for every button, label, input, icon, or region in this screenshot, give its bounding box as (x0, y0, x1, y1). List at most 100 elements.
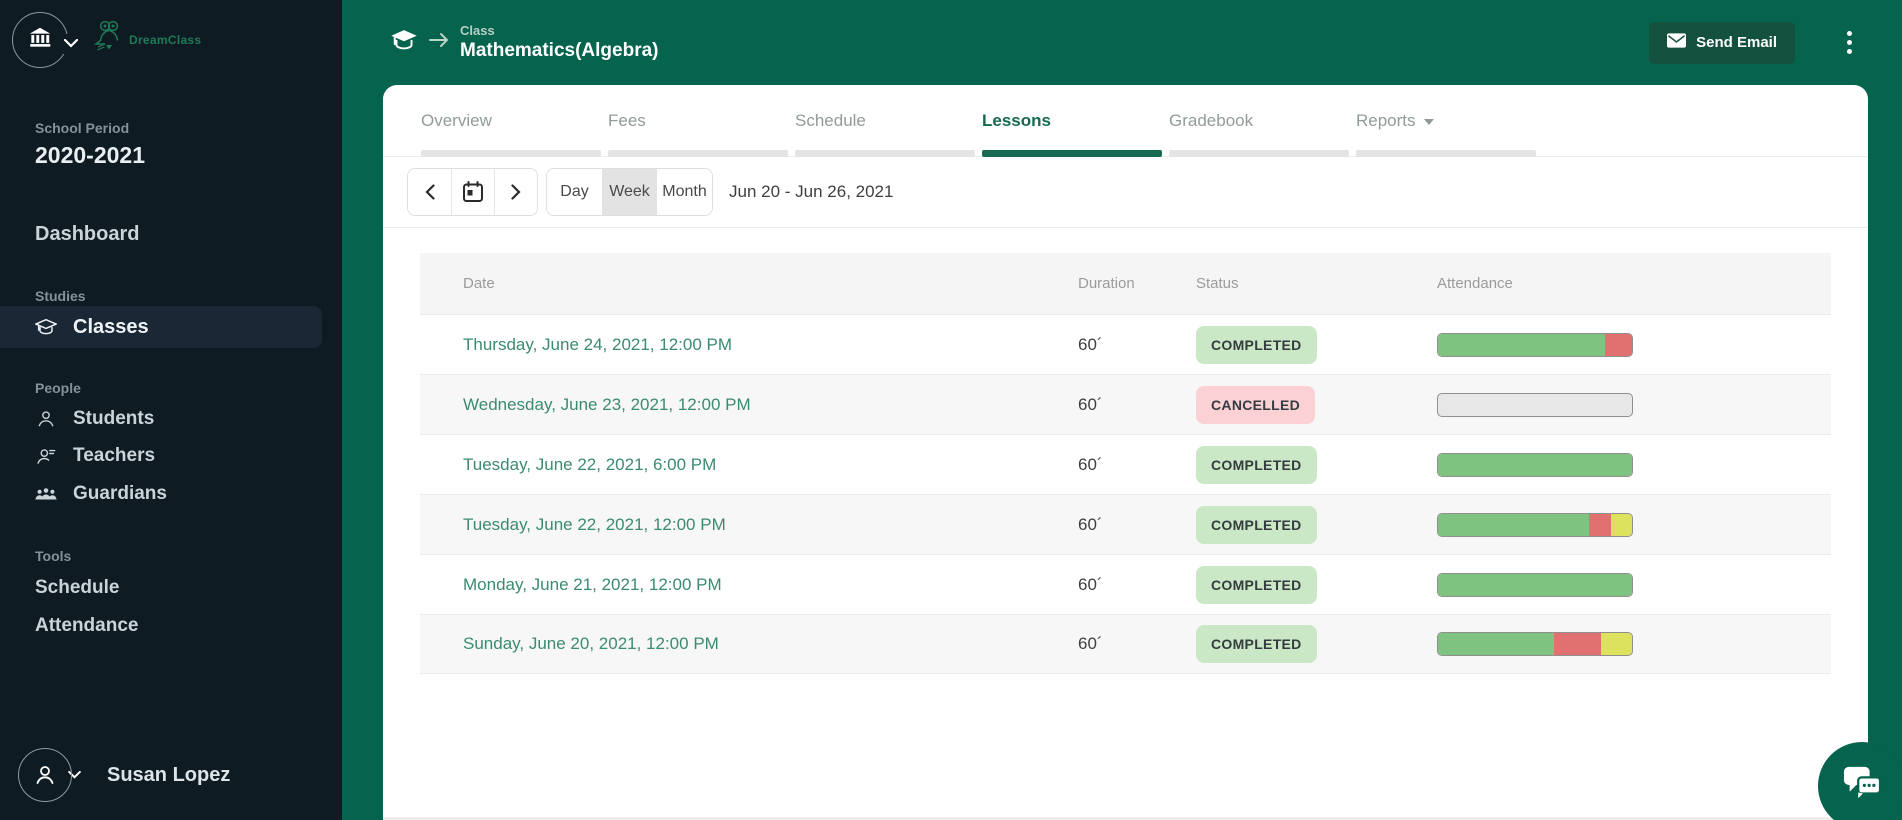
tab-lessons[interactable]: Lessons (982, 85, 1162, 157)
graduation-cap-icon (35, 318, 57, 336)
table-row[interactable]: Tuesday, June 22, 2021, 12:00 PM 60´ COM… (420, 494, 1831, 554)
tab-indicator (795, 150, 975, 157)
lesson-date-link[interactable]: Sunday, June 20, 2021, 12:00 PM (463, 634, 719, 653)
lesson-date-link[interactable]: Wednesday, June 23, 2021, 12:00 PM (463, 395, 751, 414)
sidebar-section-people: People (35, 380, 81, 396)
status-badge: CANCELLED (1196, 385, 1316, 424)
view-option-month[interactable]: Month (657, 169, 712, 215)
bank-icon (27, 25, 53, 56)
sidebar-item-attendance[interactable]: Attendance (35, 615, 138, 637)
class-breadcrumb-icon (390, 29, 418, 56)
user-name: Susan Lopez (107, 763, 231, 786)
sidebar-item-label: Guardians (73, 483, 167, 504)
tab-fees[interactable]: Fees (608, 85, 788, 157)
tab-label: Reports (1356, 110, 1416, 130)
tab-label: Gradebook (1169, 110, 1254, 130)
breadcrumb: Class Mathematics(Algebra) (460, 23, 659, 62)
sidebar-item-guardians[interactable]: Guardians (35, 483, 167, 505)
chat-bubbles-icon (1842, 765, 1882, 808)
send-email-label: Send Email (1696, 34, 1777, 51)
tab-bar: Overview Fees Schedule Lessons Gradebook… (383, 85, 1868, 157)
sidebar-item-label: Teachers (73, 445, 156, 466)
table-row[interactable]: Wednesday, June 23, 2021, 12:00 PM 60´ C… (420, 374, 1831, 434)
attendance-segment-present (1438, 453, 1632, 476)
column-header-duration: Duration (1078, 275, 1135, 292)
attendance-segment-present (1438, 333, 1605, 356)
tab-indicator (1169, 150, 1349, 157)
status-badge: COMPLETED (1196, 505, 1317, 544)
school-period-value[interactable]: 2020-2021 (35, 142, 145, 169)
attendance-segment-absent (1604, 333, 1632, 356)
next-week-button[interactable] (494, 169, 537, 215)
attendance-segment-present (1438, 513, 1590, 536)
lesson-date-link[interactable]: Thursday, June 24, 2021, 12:00 PM (463, 335, 732, 354)
lesson-duration: 60´ (1078, 394, 1103, 414)
sidebar: DreamClass School Period 2020-2021 Dashb… (0, 0, 342, 820)
user-menu[interactable]: Susan Lopez (18, 748, 230, 802)
date-navigation (407, 168, 538, 216)
owl-logo-icon (93, 18, 124, 61)
avatar (18, 748, 72, 802)
table-row[interactable]: Thursday, June 24, 2021, 12:00 PM 60´ CO… (420, 314, 1831, 374)
person-icon (36, 766, 54, 784)
attendance-segment-late (1600, 633, 1632, 655)
date-range-label: Jun 20 - Jun 26, 2021 (729, 182, 894, 201)
sidebar-section-studies: Studies (35, 288, 86, 304)
sidebar-section-tools: Tools (35, 548, 72, 564)
sidebar-item-label: Dashboard (35, 223, 140, 245)
table-body: Thursday, June 24, 2021, 12:00 PM 60´ CO… (420, 314, 1831, 674)
sidebar-item-label: Students (73, 408, 155, 429)
app-root: DreamClass School Period 2020-2021 Dashb… (0, 0, 1902, 820)
tab-overview[interactable]: Overview (421, 85, 601, 157)
more-options-button[interactable] (1843, 27, 1856, 58)
view-option-week[interactable]: Week (602, 169, 657, 215)
chevron-down-icon (1423, 118, 1434, 125)
attendance-segment-late (1610, 513, 1632, 536)
lessons-toolbar: Day Week Month Jun 20 - Jun 26, 2021 (383, 157, 1868, 228)
table-row[interactable]: Monday, June 21, 2021, 12:00 PM 60´ COMP… (420, 554, 1831, 614)
lesson-date-link[interactable]: Monday, June 21, 2021, 12:00 PM (463, 575, 722, 594)
breadcrumb-label: Class (460, 23, 495, 38)
sidebar-item-students[interactable]: Students (35, 408, 154, 430)
sidebar-item-label: Schedule (35, 577, 120, 598)
attendance-bar (1437, 452, 1633, 477)
school-period-label: School Period (35, 120, 130, 136)
sidebar-item-classes[interactable]: Classes (0, 306, 322, 348)
lessons-table: Date Duration Status Attendance Thursday… (420, 253, 1831, 674)
lesson-duration: 60´ (1078, 334, 1103, 354)
status-badge: COMPLETED (1196, 625, 1317, 663)
sidebar-item-teachers[interactable]: Teachers (35, 445, 155, 467)
tab-reports[interactable]: Reports (1356, 85, 1536, 157)
sidebar-item-label: Attendance (35, 615, 139, 636)
sidebar-item-dashboard[interactable]: Dashboard (35, 223, 139, 246)
attendance-bar (1437, 632, 1633, 656)
send-email-button[interactable]: Send Email (1649, 21, 1795, 64)
sidebar-item-schedule[interactable]: Schedule (35, 577, 119, 599)
organization-switcher[interactable] (12, 12, 68, 68)
tab-indicator (982, 150, 1162, 157)
view-option-day[interactable]: Day (547, 169, 602, 215)
attendance-bar (1437, 332, 1633, 357)
chat-support-button[interactable] (1818, 742, 1902, 820)
tab-schedule[interactable]: Schedule (795, 85, 975, 157)
chevron-down-icon[interactable] (62, 34, 80, 54)
calendar-picker-button[interactable] (451, 169, 494, 215)
brand-name: DreamClass (129, 32, 202, 47)
status-badge: COMPLETED (1196, 445, 1317, 484)
previous-week-button[interactable] (408, 169, 451, 215)
sidebar-item-label: Classes (73, 315, 149, 338)
table-row[interactable]: Tuesday, June 22, 2021, 6:00 PM 60´ COMP… (420, 434, 1831, 494)
lesson-duration: 60´ (1078, 514, 1103, 534)
chevron-right-icon (511, 184, 521, 200)
page-header: Class Mathematics(Algebra) Send Email (342, 0, 1902, 85)
table-row[interactable]: Sunday, June 20, 2021, 12:00 PM 60´ COMP… (420, 614, 1831, 674)
lesson-duration: 60´ (1078, 454, 1103, 474)
column-header-attendance: Attendance (1437, 275, 1513, 292)
tab-gradebook[interactable]: Gradebook (1169, 85, 1349, 157)
arrow-right-icon (428, 32, 450, 53)
lesson-date-link[interactable]: Tuesday, June 22, 2021, 6:00 PM (463, 455, 716, 474)
lesson-date-link[interactable]: Tuesday, June 22, 2021, 12:00 PM (463, 515, 726, 534)
attendance-bar (1437, 392, 1633, 417)
status-badge: COMPLETED (1196, 325, 1317, 364)
attendance-bar (1437, 572, 1633, 597)
